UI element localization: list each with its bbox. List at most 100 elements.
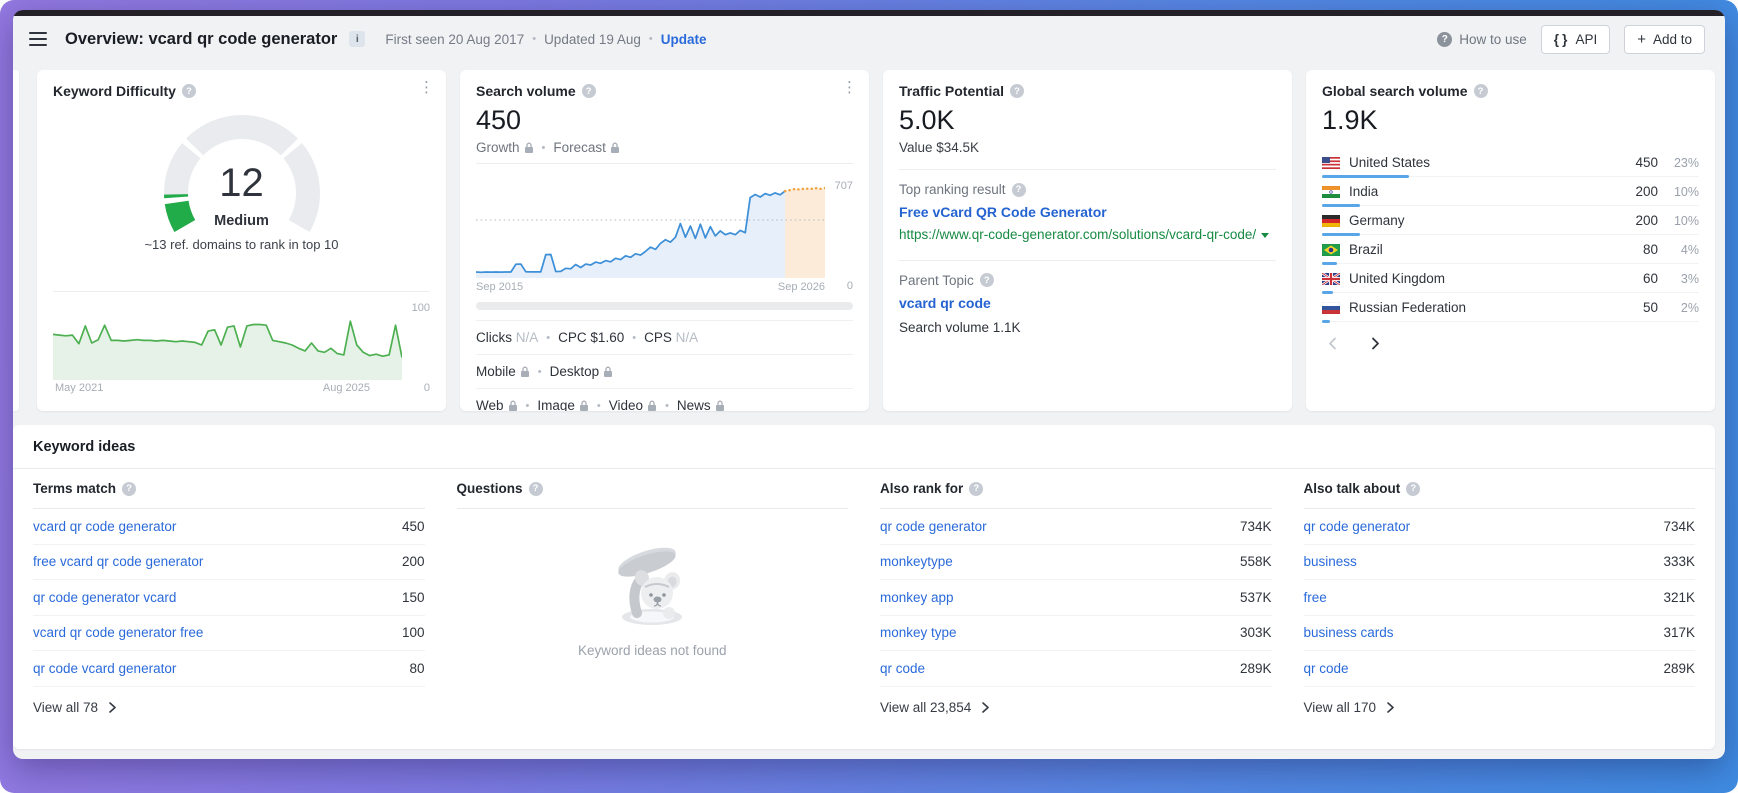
stat-row: Web•Image•Video•News	[476, 388, 853, 411]
divider	[899, 169, 1276, 170]
help-icon[interactable]: ?	[969, 482, 983, 496]
lock-icon	[715, 400, 725, 412]
country-row[interactable]: Germany20010%	[1322, 206, 1699, 235]
country-percent: 10%	[1667, 185, 1699, 199]
country-row[interactable]: India 200 10%	[1322, 177, 1699, 206]
help-icon[interactable]: ?	[980, 273, 994, 287]
country-name: India	[1349, 184, 1615, 199]
keyword-link[interactable]: qr code generator	[1304, 519, 1411, 534]
keyword-ideas-title: Keyword ideas	[13, 425, 1715, 469]
keyword-link[interactable]: qr code generator	[880, 519, 987, 534]
keyword-link[interactable]: monkeytype	[880, 554, 953, 569]
api-button-label: API	[1575, 32, 1597, 47]
terms-match-header: Terms match ?	[33, 469, 425, 509]
stat-value: $1.60	[590, 330, 624, 345]
country-share-bar	[1322, 233, 1360, 236]
hamburger-menu-icon[interactable]	[29, 32, 47, 46]
lock-icon	[647, 400, 657, 412]
help-icon[interactable]: ?	[1010, 84, 1024, 98]
lock-icon	[603, 366, 613, 378]
keyword-link[interactable]: monkey app	[880, 590, 954, 605]
top-ranking-result-link[interactable]: Free vCard QR Code Generator	[899, 204, 1107, 220]
parent-topic-link[interactable]: vcard qr code	[899, 295, 991, 311]
separator-dot: •	[526, 400, 530, 412]
country-list: United States45023% India 200 10% Germany200…	[1322, 148, 1699, 322]
help-icon[interactable]: ?	[1474, 84, 1488, 98]
parent-topic-volume: Search volume 1.1K	[899, 320, 1276, 335]
country-volume: 200	[1624, 184, 1658, 199]
kebab-menu-icon[interactable]: ⋮	[842, 80, 857, 95]
terms-match-view-all[interactable]: View all 78	[33, 687, 425, 729]
keyword-volume: 450	[402, 519, 425, 534]
keyword-link[interactable]: qr code	[880, 661, 925, 676]
lock-icon	[524, 142, 534, 154]
prev-page-button[interactable]	[1326, 335, 1339, 355]
also-talk-about-column: Also talk about ? qr code generator734Kb…	[1304, 469, 1696, 749]
also-talk-about-rows: qr code generator734Kbusiness333Kfree321…	[1304, 509, 1696, 687]
help-icon[interactable]: ?	[1012, 183, 1026, 197]
y-axis-max-label: 707	[835, 180, 853, 192]
how-to-use-button[interactable]: ? How to use	[1437, 32, 1527, 47]
keyword-volume: 734K	[1240, 519, 1272, 534]
country-name: United Kingdom	[1349, 271, 1615, 286]
country-row[interactable]: Brazil804%	[1322, 235, 1699, 264]
keyword-row: qr code generator 734K	[880, 509, 1272, 545]
kebab-menu-icon[interactable]: ⋮	[419, 80, 434, 95]
country-share-bar	[1322, 291, 1333, 294]
keyword-row: qr code generator vcard150	[33, 580, 425, 616]
country-row[interactable]: United States45023%	[1322, 148, 1699, 177]
country-row[interactable]: United Kingdom603%	[1322, 264, 1699, 293]
update-link[interactable]: Update	[661, 32, 707, 47]
keyword-link[interactable]: free	[1304, 590, 1327, 605]
lock-icon	[508, 400, 518, 412]
terms-match-rows: vcard qr code generator 450 free vcard qr …	[33, 509, 425, 687]
keyword-volume: 321K	[1663, 590, 1695, 605]
keyword-link[interactable]: free vcard qr code generator	[33, 554, 203, 569]
keyword-link[interactable]: vcard qr code generator	[33, 519, 176, 534]
country-row[interactable]: Russian Federation502%	[1322, 293, 1699, 322]
keyword-row: vcard qr code generator 450	[33, 509, 425, 545]
next-page-button[interactable]	[1369, 335, 1382, 355]
keyword-link[interactable]: business cards	[1304, 625, 1394, 640]
previous-card-peek[interactable]	[13, 70, 19, 411]
keyword-link[interactable]: monkey type	[880, 625, 957, 640]
keyword-link[interactable]: vcard qr code generator free	[33, 625, 203, 640]
country-share-bar	[1322, 175, 1409, 178]
help-icon[interactable]: ?	[122, 482, 136, 496]
separator-dot: •	[632, 332, 636, 344]
forecast-label[interactable]: Forecast	[553, 140, 606, 155]
top-ranking-url[interactable]: https://www.qr-code-generator.com/soluti…	[899, 225, 1276, 246]
help-icon[interactable]: ?	[582, 84, 596, 98]
country-percent: 2%	[1667, 301, 1699, 315]
country-name: Russian Federation	[1349, 300, 1615, 315]
add-to-button[interactable]: + Add to	[1624, 25, 1705, 54]
keyword-volume: 333K	[1663, 554, 1695, 569]
keyword-link[interactable]: business	[1304, 554, 1357, 569]
chevron-down-icon[interactable]	[1261, 233, 1269, 238]
first-seen-text: First seen 20 Aug 2017	[385, 32, 524, 47]
search-volume-card: Search volume ? ⋮ 450 Growth • Forecast …	[460, 70, 869, 411]
keyword-link[interactable]: qr code vcard generator	[33, 661, 176, 676]
keyword-info-badge[interactable]: i	[349, 31, 365, 47]
keyword-link[interactable]: qr code	[1304, 661, 1349, 676]
country-percent: 4%	[1667, 243, 1699, 257]
country-volume: 80	[1624, 242, 1658, 257]
stat-value: N/A	[676, 330, 699, 345]
api-button[interactable]: { } API	[1541, 25, 1610, 54]
keyword-link[interactable]: qr code generator vcard	[33, 590, 176, 605]
country-percent: 23%	[1667, 156, 1699, 170]
keyword-difficulty-card: Keyword Difficulty ? ⋮ 12 Medium ~13 ref…	[37, 70, 446, 411]
x-axis-end-label: Aug 2025	[323, 382, 370, 394]
growth-label[interactable]: Growth	[476, 140, 520, 155]
also-rank-for-view-all[interactable]: View all 23,854	[880, 687, 1272, 729]
keyword-row: monkey app537K	[880, 580, 1272, 616]
help-icon[interactable]: ?	[182, 84, 196, 98]
horizontal-scrollbar[interactable]	[476, 302, 853, 310]
help-icon[interactable]: ?	[1406, 482, 1420, 496]
top-ranking-result-label: Top ranking result ?	[899, 182, 1276, 197]
help-icon[interactable]: ?	[529, 482, 543, 496]
also-talk-about-view-all[interactable]: View all 170	[1304, 687, 1696, 729]
empty-state-text: Keyword ideas not found	[578, 643, 727, 658]
chevron-left-icon	[1328, 337, 1337, 350]
code-brackets-icon: { }	[1554, 32, 1569, 47]
